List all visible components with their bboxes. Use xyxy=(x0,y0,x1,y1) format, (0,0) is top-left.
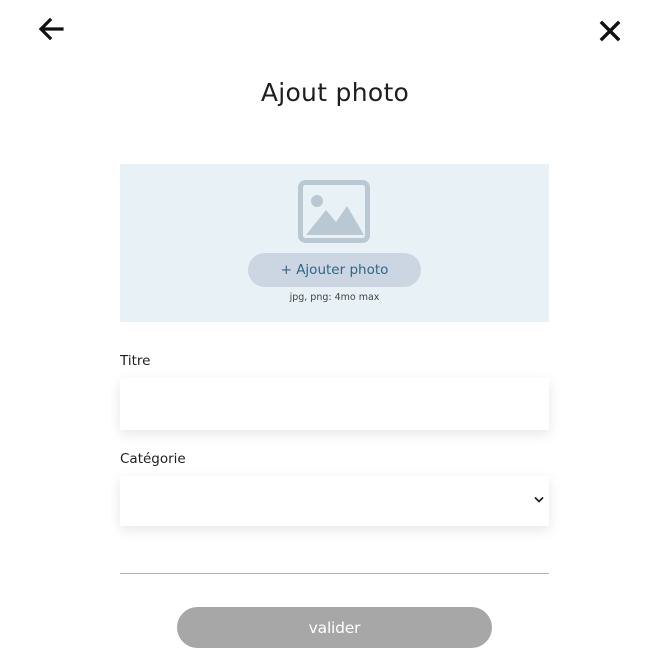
title-field-label: Titre xyxy=(120,353,151,369)
form-divider xyxy=(120,573,549,574)
image-placeholder-icon xyxy=(298,180,370,243)
category-field-label: Catégorie xyxy=(120,451,186,467)
submit-button[interactable]: valider xyxy=(177,607,492,648)
close-button[interactable] xyxy=(595,16,625,46)
upload-format-hint: jpg, png: 4mo max xyxy=(289,292,380,303)
title-input[interactable] xyxy=(120,378,549,430)
close-icon xyxy=(599,20,621,42)
photo-upload-zone[interactable]: + Ajouter photo jpg, png: 4mo max xyxy=(120,164,549,322)
back-button[interactable] xyxy=(36,14,66,44)
chevron-down-icon xyxy=(534,497,544,503)
modal-title: Ajout photo xyxy=(260,78,410,107)
add-photo-button[interactable]: + Ajouter photo xyxy=(248,253,421,287)
arrow-left-icon xyxy=(38,17,64,41)
category-select[interactable] xyxy=(120,476,549,526)
add-photo-modal: Ajout photo + Ajouter photo jpg, png: 4m… xyxy=(0,0,670,670)
